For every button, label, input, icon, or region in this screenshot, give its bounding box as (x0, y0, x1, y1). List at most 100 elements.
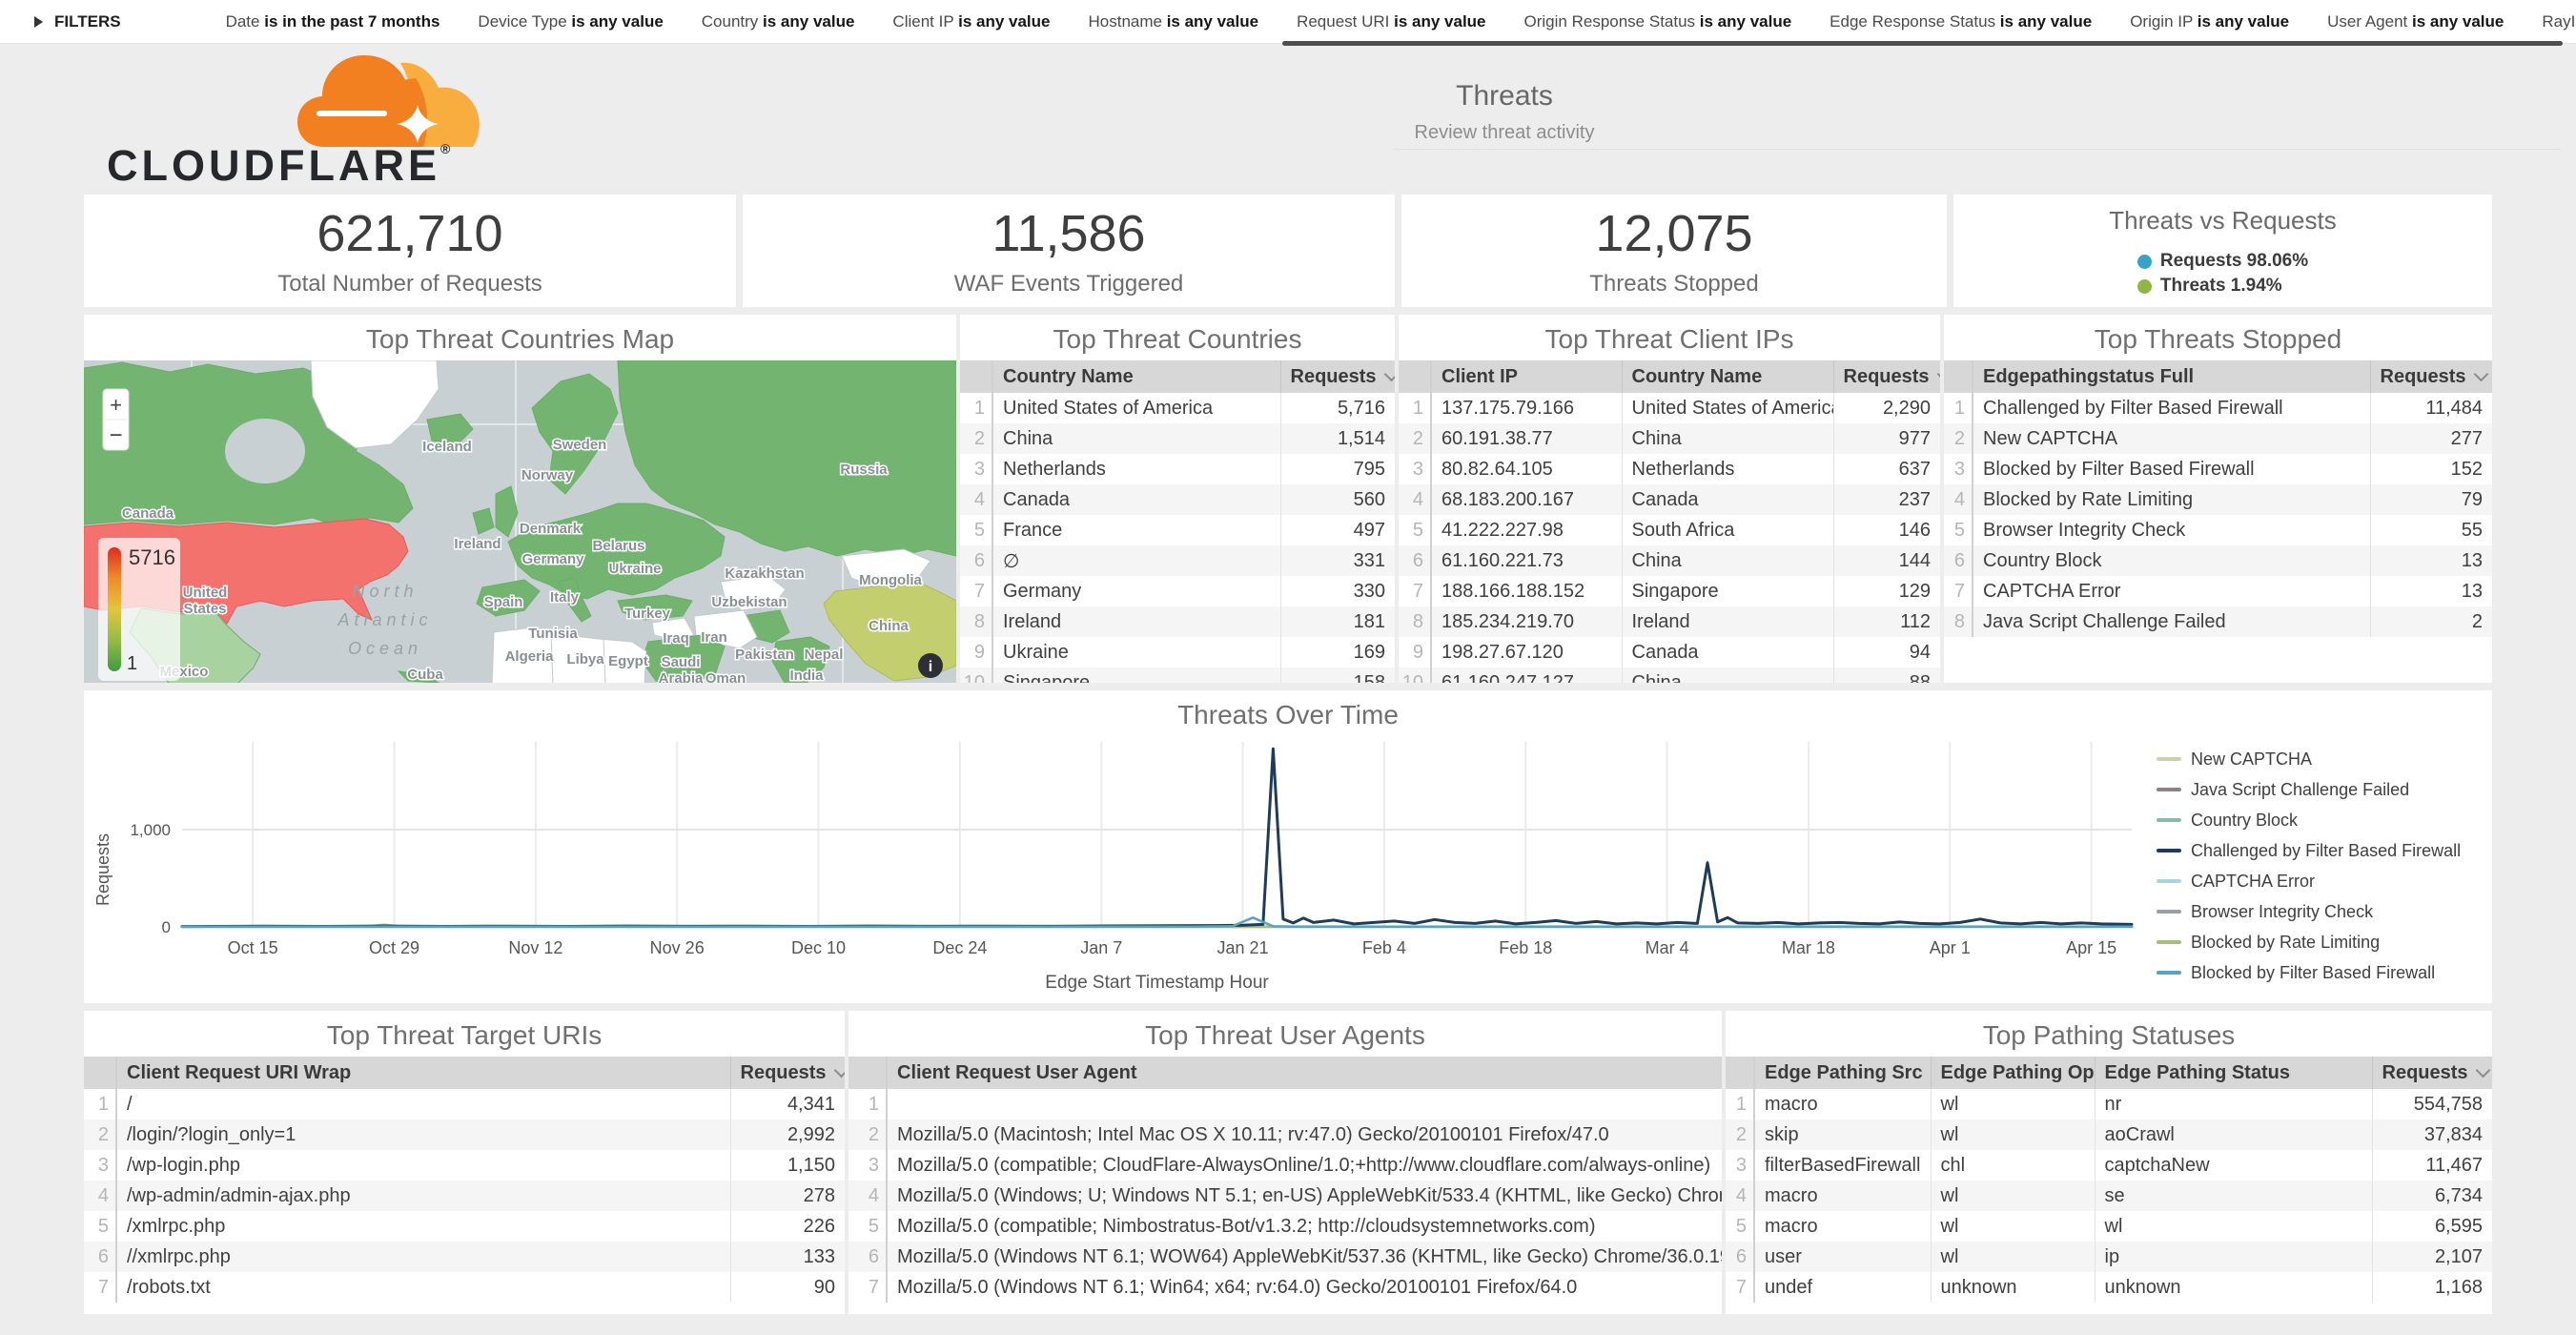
chart-legend-item[interactable]: Challenged by Filter Based Firewall (2157, 841, 2484, 861)
table-row[interactable]: 1/4,341 (84, 1089, 845, 1119)
table-row[interactable]: 5Mozilla/5.0 (compatible; Nimbostratus-B… (848, 1211, 1722, 1242)
table-row[interactable]: 9198.27.67.120Canada94 (1399, 637, 1940, 668)
table-row[interactable]: 5France497 (960, 515, 1395, 545)
table-row[interactable]: 10Singapore158 (960, 668, 1395, 683)
table-row[interactable]: 6userwlip2,107 (1726, 1242, 2492, 1272)
filter-item[interactable]: Device Type is any value (478, 12, 663, 31)
table-row[interactable]: 1United States of America5,716 (960, 393, 1395, 423)
table-row[interactable]: 1 (848, 1089, 1722, 1119)
table-row[interactable]: 541.222.227.98South Africa146 (1399, 515, 1940, 545)
table-row[interactable]: 8Java Script Challenge Failed2 (1944, 606, 2492, 637)
table-row[interactable]: 4Mozilla/5.0 (Windows; U; Windows NT 5.1… (848, 1181, 1722, 1211)
map-info-button[interactable]: i (918, 653, 943, 678)
map-zoom-control[interactable]: + − (103, 389, 129, 450)
table-cell: macro (1754, 1181, 1931, 1211)
table-row[interactable]: 3Netherlands795 (960, 454, 1395, 484)
table-cell: 7 (1726, 1272, 1754, 1303)
table-row[interactable]: 3Blocked by Filter Based Firewall152 (1944, 454, 2492, 484)
table-row[interactable]: 2New CAPTCHA277 (1944, 423, 2492, 454)
table-row[interactable]: 5/xmlrpc.php226 (84, 1211, 845, 1242)
table-row[interactable]: 7Mozilla/5.0 (Windows NT 6.1; Win64; x64… (848, 1272, 1722, 1303)
filter-field-value: is any value (1167, 12, 1258, 31)
table-row[interactable]: 3Mozilla/5.0 (compatible; CloudFlare-Alw… (848, 1150, 1722, 1181)
filter-item[interactable]: User Agent is any value (2327, 12, 2504, 31)
table-row[interactable]: 5macrowlwl6,595 (1726, 1211, 2492, 1242)
x-tick-label: Dec 10 (791, 938, 846, 957)
chart-legend-item[interactable]: Country Block (2157, 811, 2484, 831)
table-row[interactable]: 7/robots.txt90 (84, 1272, 845, 1303)
legend-swatch-icon (2157, 788, 2181, 791)
table-row[interactable]: 1macrowlnr554,758 (1726, 1089, 2492, 1119)
table-row[interactable]: 7Germany330 (960, 576, 1395, 606)
filter-item[interactable]: Hostname is any value (1088, 12, 1258, 31)
table-row[interactable]: 7188.166.188.152Singapore129 (1399, 576, 1940, 606)
table-row[interactable]: 6Mozilla/5.0 (Windows NT 6.1; WOW64) App… (848, 1242, 1722, 1272)
table-row[interactable]: 2Mozilla/5.0 (Macintosh; Intel Mac OS X … (848, 1119, 1722, 1150)
table-row[interactable]: 3filterBasedFirewallchlcaptchaNew11,467 (1726, 1150, 2492, 1181)
filter-item[interactable]: RayID is any val… (2542, 12, 2576, 31)
chart-legend-item[interactable]: CAPTCHA Error (2157, 872, 2484, 892)
filter-bar-scrollbar[interactable] (1282, 41, 2563, 46)
filter-item[interactable]: Country is any value (702, 12, 855, 31)
table-row[interactable]: 4Blocked by Rate Limiting79 (1944, 484, 2492, 515)
tvr-legend-item[interactable]: Threats 1.94% (2137, 276, 2308, 297)
table-row[interactable]: 2/login/?login_only=12,992 (84, 1119, 845, 1150)
table-row[interactable]: 6Country Block13 (1944, 545, 2492, 576)
table-cell: Canada (1622, 637, 1833, 668)
table-row[interactable]: 260.191.38.77China977 (1399, 423, 1940, 454)
table-cell: 977 (1833, 423, 1940, 454)
filter-field-value: is any value (1394, 12, 1485, 31)
table-row[interactable]: 4/wp-admin/admin-ajax.php278 (84, 1181, 845, 1211)
sortable-column-header[interactable]: Requests (1833, 360, 1940, 393)
table-row[interactable]: 7CAPTCHA Error13 (1944, 576, 2492, 606)
table-row[interactable]: 6//xmlrpc.php133 (84, 1242, 845, 1272)
table-row[interactable]: 6∅331 (960, 545, 1395, 576)
filter-item[interactable]: Date is in the past 7 months (226, 12, 440, 31)
filter-item[interactable]: Origin IP is any value (2130, 12, 2289, 31)
table-cell: United States of America (992, 393, 1280, 423)
table-row[interactable]: 2skipwlaoCrawl37,834 (1726, 1119, 2492, 1150)
sortable-column-header[interactable]: Requests (2370, 360, 2492, 393)
country-label: Nepal (805, 647, 844, 663)
chart-legend-item[interactable]: Blocked by Filter Based Firewall (2157, 963, 2484, 983)
legend-swatch-icon (2157, 940, 2181, 944)
world-map[interactable]: CanadaIcelandSwedenNorwayRussiaDenmarkIr… (84, 360, 956, 683)
table-cell: 144 (1833, 545, 1940, 576)
chart-legend-item[interactable]: New CAPTCHA (2157, 750, 2484, 770)
threat-map-panel: Top Threat Countries Map (84, 315, 956, 683)
threats-over-time-chart[interactable]: 01,000Oct 15Oct 29Nov 12Nov 26Dec 10Dec … (92, 736, 2151, 996)
table-row[interactable]: 468.183.200.167Canada237 (1399, 484, 1940, 515)
filter-item[interactable]: Origin Response Status is any value (1524, 12, 1792, 31)
table-cell: 1 (1944, 393, 1973, 423)
table-row[interactable]: 380.82.64.105Netherlands637 (1399, 454, 1940, 484)
table-row[interactable]: 7undefunknownunknown1,168 (1726, 1272, 2492, 1303)
table-title: Top Threat Countries (960, 315, 1395, 360)
table-cell: 5 (84, 1211, 116, 1242)
filter-item[interactable]: Edge Response Status is any value (1830, 12, 2092, 31)
table-row[interactable]: 3/wp-login.php1,150 (84, 1150, 845, 1181)
table-row[interactable]: 9Ukraine169 (960, 637, 1395, 668)
sortable-column-header[interactable]: Requests (730, 1057, 845, 1089)
table-row[interactable]: 4macrowlse6,734 (1726, 1181, 2492, 1211)
tvr-legend-item[interactable]: Requests 98.06% (2137, 251, 2308, 272)
table-cell: 41.222.227.98 (1431, 515, 1622, 545)
sortable-column-header[interactable]: Requests (1280, 360, 1395, 393)
table-row[interactable]: 661.160.221.73China144 (1399, 545, 1940, 576)
sortable-column-header[interactable]: Requests (2372, 1057, 2492, 1089)
chart-legend-item[interactable]: Browser Integrity Check (2157, 902, 2484, 922)
filters-toggle-button[interactable]: FILTERS (34, 12, 121, 31)
chart-legend-item[interactable]: Java Script Challenge Failed (2157, 780, 2484, 800)
table-row[interactable]: 4Canada560 (960, 484, 1395, 515)
table-row[interactable]: 5Browser Integrity Check55 (1944, 515, 2492, 545)
chart-legend-item[interactable]: Blocked by Rate Limiting (2157, 933, 2484, 953)
table-row[interactable]: 8185.234.219.70Ireland112 (1399, 606, 1940, 637)
filter-item[interactable]: Client IP is any value (892, 12, 1050, 31)
table-row[interactable]: 8Ireland181 (960, 606, 1395, 637)
table-row[interactable]: 1Challenged by Filter Based Firewall11,4… (1944, 393, 2492, 423)
filter-item[interactable]: Request URI is any value (1297, 12, 1485, 31)
table-row[interactable]: 1137.175.79.166United States of America2… (1399, 393, 1940, 423)
table-cell: filterBasedFirewall (1754, 1150, 1931, 1181)
table-row[interactable]: 2China1,514 (960, 423, 1395, 454)
table-row[interactable]: 1061.160.247.127China88 (1399, 668, 1940, 683)
tvr-legend-label: Threats 1.94% (2160, 276, 2282, 297)
